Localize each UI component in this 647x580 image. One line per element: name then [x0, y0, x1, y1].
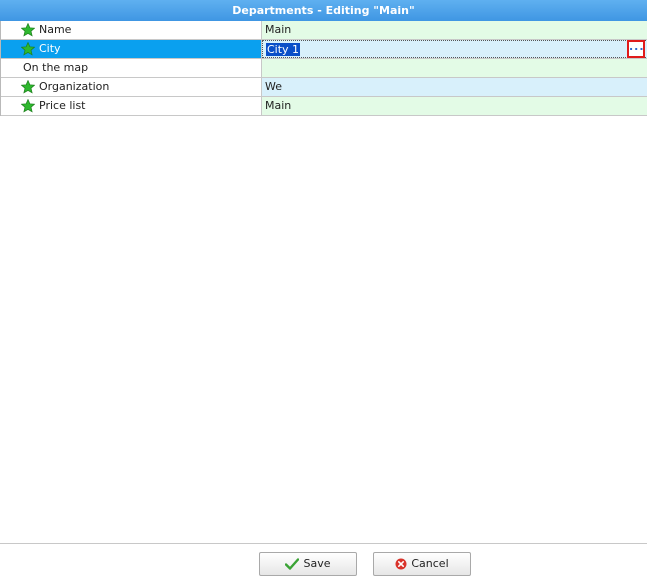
checkmark-icon: [285, 558, 300, 570]
star-icon: [21, 42, 35, 56]
city-field-value: City 1: [266, 43, 301, 56]
field-label: City: [39, 42, 61, 55]
save-button-label: Save: [303, 557, 331, 570]
field-row-name[interactable]: Name Main: [1, 21, 647, 40]
field-row-price-list[interactable]: Price list Main: [1, 97, 647, 116]
window-title: Departments - Editing "Main": [0, 0, 647, 22]
field-row-on-the-map[interactable]: On the map: [1, 59, 647, 78]
field-label-cell: Price list: [1, 97, 262, 115]
save-button[interactable]: Save: [259, 552, 357, 576]
field-label: Organization: [39, 80, 110, 93]
field-row-organization[interactable]: Organization We: [1, 78, 647, 97]
ellipsis-button[interactable]: ...: [627, 40, 645, 58]
price-list-field[interactable]: Main: [262, 97, 647, 115]
field-label: On the map: [23, 61, 89, 74]
field-row-city[interactable]: City City 1 ...: [1, 40, 647, 59]
cancel-button[interactable]: Cancel: [373, 552, 471, 576]
dialog-footer: Save Cancel: [0, 543, 647, 580]
field-label-cell: Name: [1, 21, 262, 39]
field-label-cell: City: [1, 40, 262, 58]
cancel-icon: [395, 558, 407, 570]
name-field[interactable]: Main: [262, 21, 647, 39]
field-label-cell: On the map: [1, 59, 262, 77]
organization-field[interactable]: We: [262, 78, 647, 96]
star-icon: [21, 99, 35, 113]
cancel-button-label: Cancel: [411, 557, 449, 570]
field-label: Price list: [39, 99, 86, 112]
field-label-cell: Organization: [1, 78, 262, 96]
property-grid: Name Main City City 1 ... On the map Org…: [0, 21, 647, 116]
star-icon: [21, 23, 35, 37]
field-label: Name: [39, 23, 72, 36]
on-the-map-field[interactable]: [262, 59, 647, 77]
star-icon: [21, 80, 35, 94]
city-field[interactable]: City 1 ...: [262, 40, 647, 58]
